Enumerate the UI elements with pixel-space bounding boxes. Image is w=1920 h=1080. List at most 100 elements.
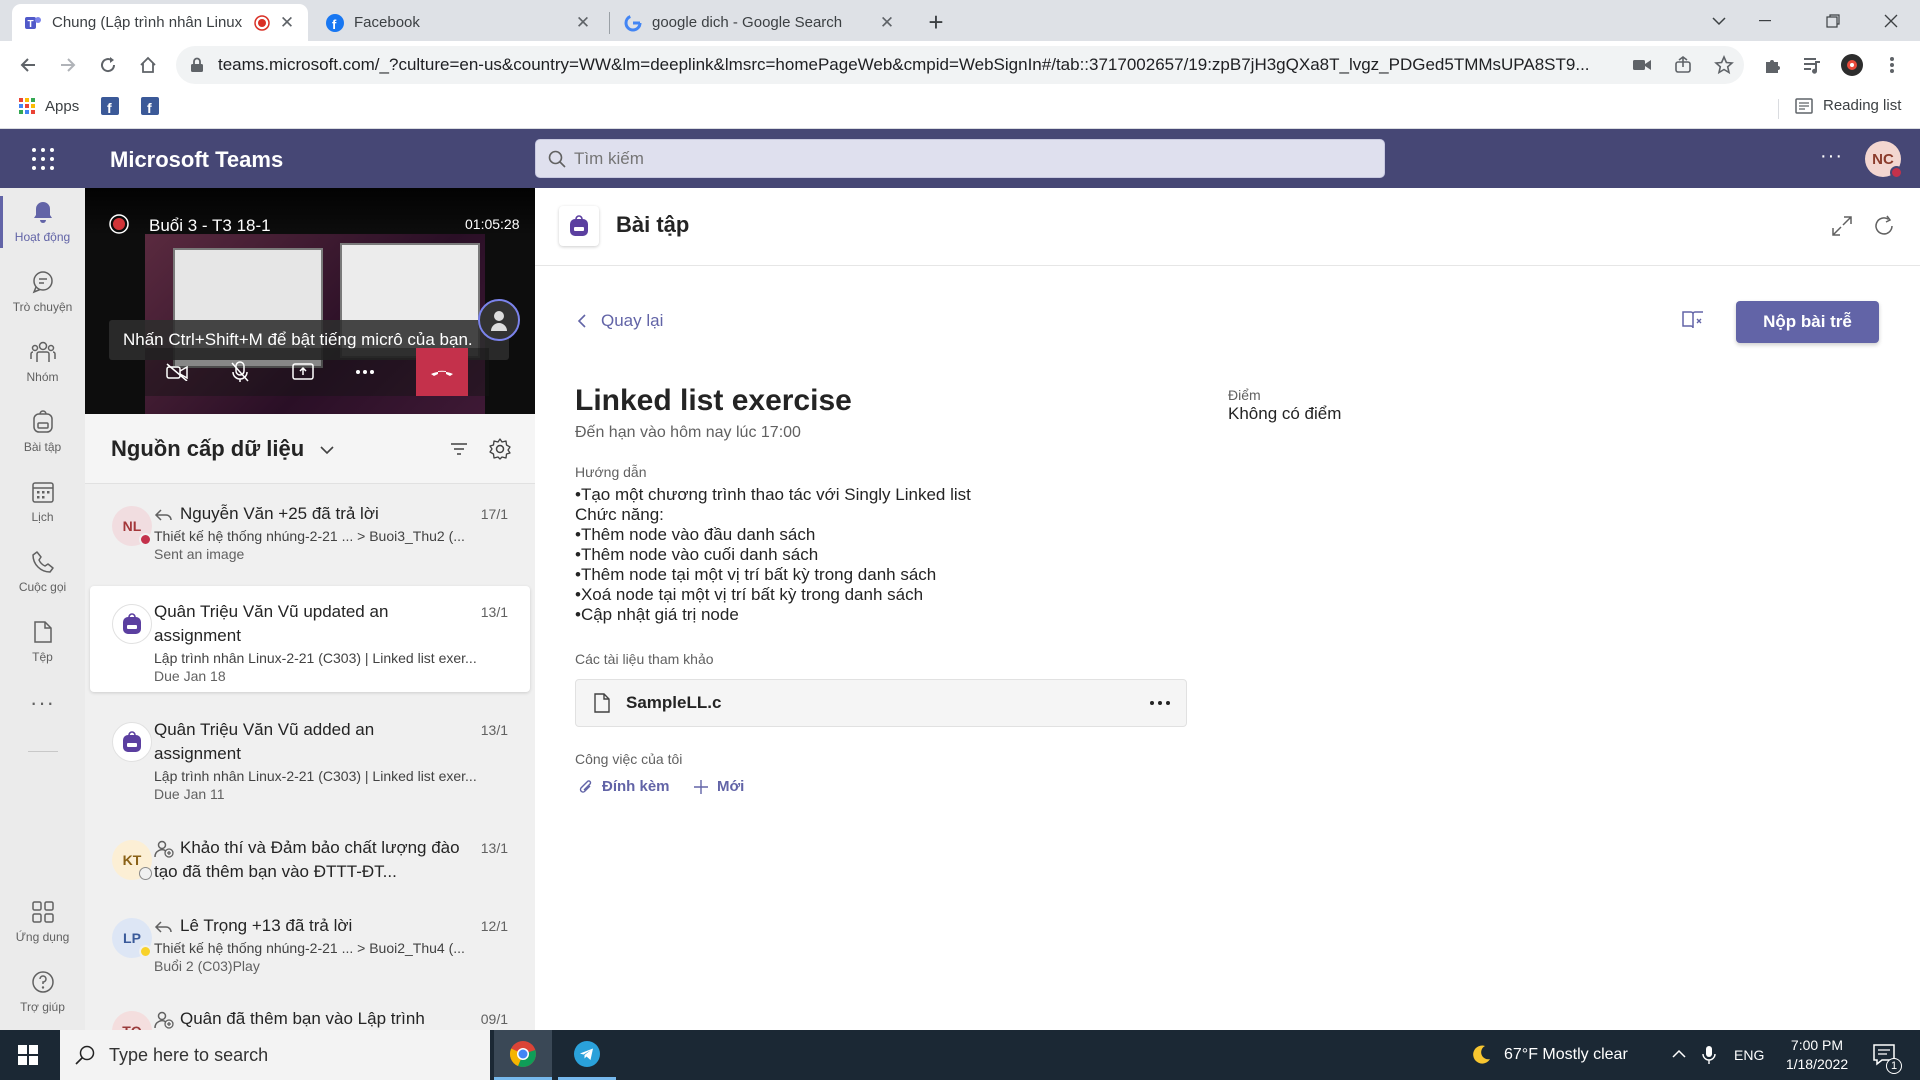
feed-item[interactable]: NL Nguyễn Văn +25 đã trả lời 17/1 Thiết … bbox=[90, 488, 530, 576]
lock-icon[interactable] bbox=[190, 57, 204, 73]
feed-item-title: Lê Trọng +13 đã trả lời bbox=[180, 916, 353, 935]
address-bar[interactable]: teams.microsoft.com/_?culture=en-us&coun… bbox=[176, 46, 1744, 84]
attach-button[interactable]: Đính kèm bbox=[579, 778, 670, 795]
reload-icon[interactable] bbox=[92, 49, 124, 81]
rail-item-assignments[interactable]: Bài tập bbox=[0, 398, 85, 466]
rail-item-chat[interactable]: Trò chuyện bbox=[0, 258, 85, 326]
app-name: Microsoft Teams bbox=[110, 147, 284, 172]
immersive-reader-icon[interactable] bbox=[1681, 309, 1705, 331]
rail-item-calendar[interactable]: Lịch bbox=[0, 468, 85, 536]
instruction-line: •Thêm node vào đầu danh sách bbox=[575, 525, 816, 544]
share-icon[interactable] bbox=[1674, 56, 1692, 74]
participant-avatar[interactable] bbox=[478, 299, 520, 341]
back-icon[interactable] bbox=[12, 49, 44, 81]
new-tab-button[interactable]: + bbox=[922, 7, 950, 37]
home-icon[interactable] bbox=[132, 49, 164, 81]
avatar: TQ bbox=[112, 1011, 152, 1030]
feed-title[interactable]: Nguồn cấp dữ liệu bbox=[111, 436, 334, 462]
rail-item-calls[interactable]: Cuộc gọi bbox=[0, 538, 85, 606]
rail-item-apps[interactable]: Ứng dụng bbox=[0, 888, 85, 956]
refresh-icon[interactable] bbox=[1873, 215, 1895, 237]
bell-icon bbox=[32, 200, 54, 224]
apps-shortcut[interactable]: Apps bbox=[18, 97, 79, 115]
taskbar-search[interactable]: Type here to search bbox=[60, 1030, 490, 1080]
media-controls-icon[interactable] bbox=[1796, 49, 1828, 81]
rail-item-activity[interactable]: Hoạt động bbox=[0, 188, 85, 256]
system-clock[interactable]: 7:00 PM 1/18/2022 bbox=[1772, 1036, 1862, 1074]
filter-icon[interactable] bbox=[450, 442, 468, 456]
taskbar-chrome[interactable] bbox=[494, 1030, 552, 1080]
profile-avatar-icon[interactable] bbox=[1836, 49, 1868, 81]
rail-item-help[interactable]: Trợ giúp bbox=[0, 958, 85, 1026]
facebook-bookmark-2[interactable]: f bbox=[141, 97, 159, 115]
feed-item-title: Khảo thí và Đảm bảo chất lượng đào tạo đ… bbox=[154, 838, 460, 881]
close-tab-icon[interactable]: ✕ bbox=[574, 13, 592, 32]
app-launcher-icon[interactable] bbox=[31, 147, 55, 171]
close-tab-icon[interactable]: ✕ bbox=[278, 13, 296, 32]
facebook-bookmark-1[interactable]: f bbox=[101, 97, 119, 115]
feed-item[interactable]: Quân Triệu Văn Vũ updated an assignment … bbox=[90, 586, 530, 692]
search-input[interactable] bbox=[574, 148, 1354, 169]
meeting-video[interactable]: Buổi 3 - T3 18-1 01:05:28 Nhấn Ctrl+Shif… bbox=[85, 188, 535, 414]
browser-tab-google[interactable]: google dich - Google Search ✕ bbox=[612, 4, 908, 41]
apps-grid-icon bbox=[18, 97, 36, 115]
teams-favicon-icon: T bbox=[24, 14, 42, 32]
svg-text:f: f bbox=[147, 100, 152, 115]
feed-item-preview: Due Jan 18 bbox=[154, 668, 226, 684]
tab-search-icon[interactable] bbox=[1696, 0, 1742, 41]
reading-list-button[interactable]: Reading list bbox=[1795, 97, 1901, 114]
camera-off-icon[interactable] bbox=[166, 363, 188, 381]
reference-file-card[interactable]: SampleLL.c bbox=[575, 679, 1187, 727]
rail-item-teams[interactable]: Nhóm bbox=[0, 328, 85, 396]
feed-item-subtitle: Lập trình nhân Linux-2-21 (C303) | Linke… bbox=[154, 650, 477, 666]
rail-label: Trợ giúp bbox=[20, 1000, 65, 1014]
main-header: Bài tập bbox=[535, 188, 1920, 266]
search-icon bbox=[75, 1045, 95, 1065]
rail-item-files[interactable]: Tệp bbox=[0, 608, 85, 676]
more-actions-icon[interactable] bbox=[356, 370, 374, 374]
browser-tab-facebook[interactable]: f Facebook ✕ bbox=[314, 4, 604, 41]
feed-item[interactable]: TQ Quân đã thêm bạn vào Lập trình 09/1 bbox=[90, 993, 530, 1030]
calendar-icon bbox=[31, 480, 55, 504]
minimize-icon[interactable] bbox=[1742, 0, 1788, 41]
show-hidden-icons[interactable] bbox=[1672, 1049, 1686, 1059]
share-screen-icon[interactable] bbox=[292, 363, 314, 381]
feed-item[interactable]: KT Khảo thí và Đảm bảo chất lượng đào tạ… bbox=[90, 822, 530, 898]
chrome-menu-icon[interactable] bbox=[1876, 49, 1908, 81]
rail-label: Cuộc gọi bbox=[18, 580, 67, 594]
facebook-favicon-icon: f bbox=[326, 13, 344, 32]
close-tab-icon[interactable]: ✕ bbox=[878, 13, 896, 32]
extensions-icon[interactable] bbox=[1756, 49, 1788, 81]
camera-blocked-icon[interactable] bbox=[1632, 57, 1652, 73]
restore-icon[interactable] bbox=[1810, 0, 1856, 41]
taskbar-telegram[interactable] bbox=[558, 1030, 616, 1080]
expand-icon[interactable] bbox=[1832, 216, 1852, 236]
browser-tab-teams[interactable]: T Chung (Lập trình nhân Linux ✕ bbox=[12, 4, 308, 41]
gear-icon[interactable] bbox=[489, 438, 511, 460]
clock-time: 7:00 PM bbox=[1790, 1037, 1844, 1053]
settings-more-button[interactable]: ··· bbox=[1820, 145, 1843, 168]
windows-start-icon[interactable] bbox=[18, 1045, 38, 1065]
due-date: Đến hạn vào hôm nay lúc 17:00 bbox=[575, 424, 801, 441]
hang-up-button[interactable] bbox=[416, 348, 468, 396]
close-window-icon[interactable] bbox=[1868, 0, 1914, 41]
add-member-icon bbox=[154, 840, 174, 858]
new-button[interactable]: Mới bbox=[694, 778, 744, 795]
instruction-line: •Xoá node tại một vị trí bất kỳ trong da… bbox=[575, 585, 924, 604]
feed-item[interactable]: LP Lê Trọng +13 đã trả lời 12/1 Thiết kế… bbox=[90, 900, 530, 990]
input-language[interactable]: ENG bbox=[1734, 1030, 1764, 1080]
back-link[interactable]: Quay lại bbox=[577, 311, 663, 331]
more-apps-button[interactable]: ··· bbox=[0, 690, 85, 716]
mic-off-icon[interactable] bbox=[230, 361, 250, 383]
forward-icon[interactable] bbox=[52, 49, 84, 81]
tab-title: google dich - Google Search bbox=[652, 14, 843, 31]
search-box[interactable] bbox=[535, 139, 1385, 178]
file-more-icon[interactable] bbox=[1150, 701, 1170, 705]
feed-item[interactable]: Quân Triệu Văn Vũ added an assignment 13… bbox=[90, 704, 530, 810]
recording-icon bbox=[254, 14, 270, 31]
bookmark-star-icon[interactable] bbox=[1714, 55, 1734, 75]
weather-widget[interactable]: 67°F Mostly clear bbox=[1470, 1030, 1628, 1080]
microphone-icon[interactable] bbox=[1702, 1045, 1716, 1065]
user-avatar[interactable]: NC bbox=[1865, 141, 1903, 179]
turn-in-late-button[interactable]: Nộp bài trễ bbox=[1736, 301, 1879, 343]
